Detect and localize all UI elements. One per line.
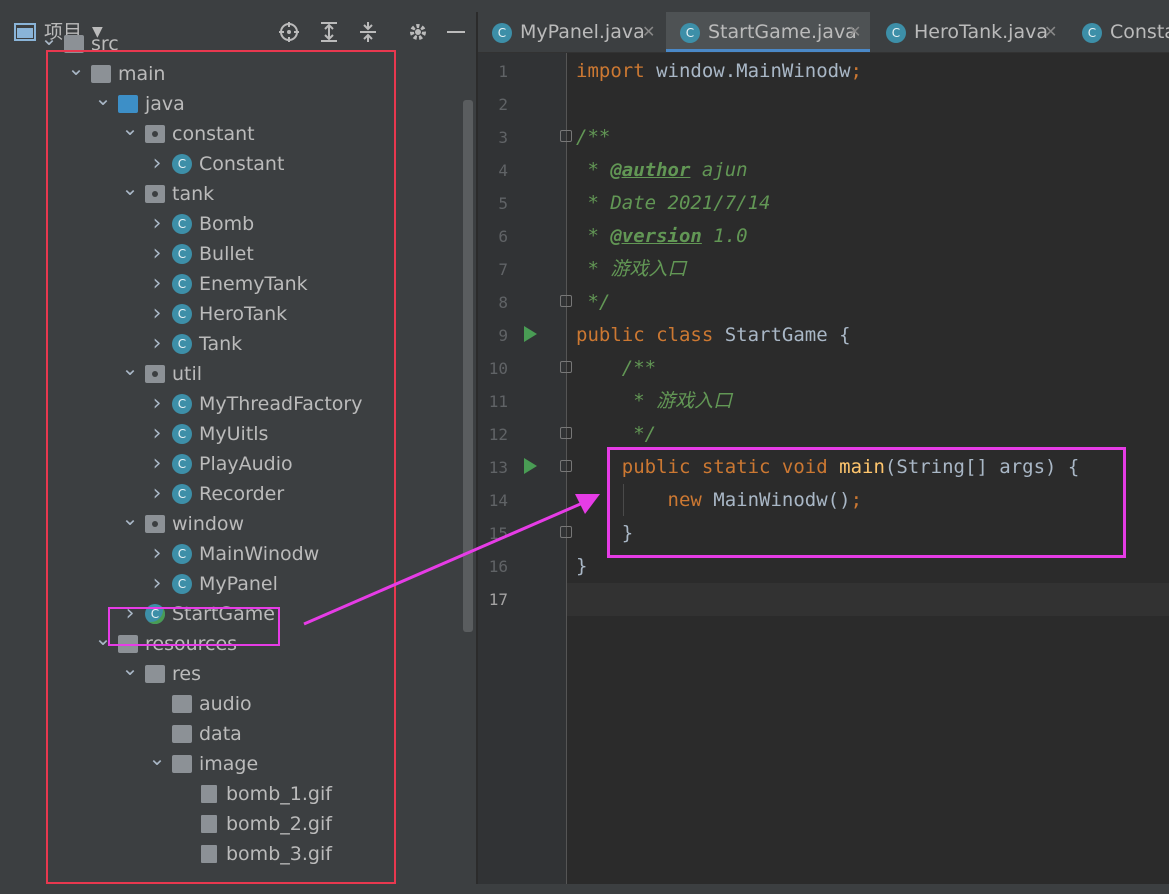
annotation-arrow: [303, 494, 600, 626]
status-strip: [0, 884, 1169, 894]
